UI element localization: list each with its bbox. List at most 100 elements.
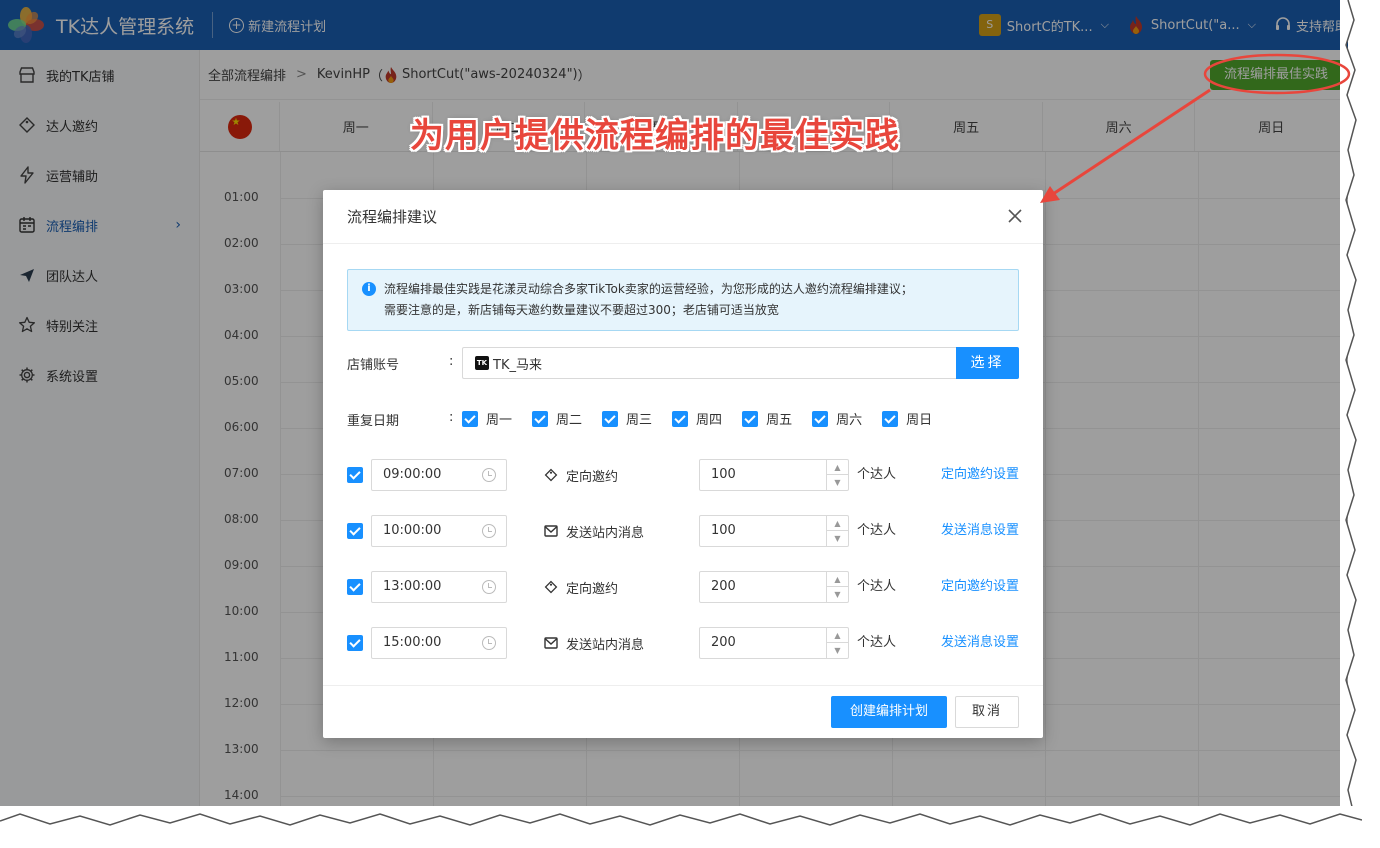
tag-icon — [543, 467, 559, 483]
count-value: 100 — [711, 523, 736, 538]
clock-icon — [482, 636, 496, 650]
info-icon: i — [362, 282, 376, 296]
count-value: 200 — [711, 635, 736, 650]
task-settings-link[interactable]: 发送消息设置 — [941, 627, 1019, 659]
task-row: 13:00:00 定向邀约 200 ▲ ▼ 个达人 定向邀约设置 — [347, 571, 1019, 603]
task-checkbox[interactable] — [347, 579, 363, 595]
info-line-2: 需要注意的是，新店铺每天邀约数量建议不要超过300；老店铺可适当放宽 — [384, 303, 779, 317]
torn-edge-right — [1340, 0, 1357, 830]
dialog-title: 流程编排建议 — [347, 208, 438, 226]
count-value: 100 — [711, 467, 736, 482]
step-up-icon[interactable]: ▲ — [827, 572, 848, 587]
step-down-icon[interactable]: ▼ — [827, 643, 848, 658]
task-row: 09:00:00 定向邀约 100 ▲ ▼ 个达人 定向邀约设置 — [347, 459, 1019, 491]
clock-icon — [482, 524, 496, 538]
store-account-field[interactable]: TK TK_马来 — [462, 347, 956, 379]
checkbox-checked-icon — [742, 410, 759, 427]
time-value: 13:00:00 — [383, 579, 442, 594]
count-input[interactable]: 100 ▲ ▼ — [699, 515, 849, 547]
select-store-button[interactable]: 选择 — [956, 347, 1019, 379]
step-up-icon[interactable]: ▲ — [827, 628, 848, 643]
day-label: 周四 — [696, 413, 723, 428]
unit-label: 个达人 — [857, 523, 897, 538]
day-label: 周日 — [906, 413, 933, 428]
count-input[interactable]: 200 ▲ ▼ — [699, 627, 849, 659]
task-action: 定向邀约 — [543, 459, 618, 491]
annotation-callout: 为用户提供流程编排的最佳实践 — [410, 116, 900, 156]
count-value: 200 — [711, 579, 736, 594]
step-up-icon[interactable]: ▲ — [827, 460, 848, 475]
action-label: 定向邀约 — [566, 581, 619, 597]
unit-label: 个达人 — [857, 635, 897, 650]
action-label: 发送站内消息 — [566, 525, 645, 541]
step-down-icon[interactable]: ▼ — [827, 531, 848, 546]
day-label: 周二 — [556, 413, 583, 428]
time-picker[interactable]: 10:00:00 — [371, 515, 507, 547]
checkbox-checked-icon — [462, 410, 478, 427]
store-label: 店铺账号 — [347, 358, 400, 373]
create-plan-button[interactable]: 创建编排计划 — [831, 696, 947, 728]
day-label: 周三 — [626, 413, 653, 428]
flow-suggestion-dialog: 流程编排建议 i 流程编排最佳实践是花漾灵动综合多家TikTok卖家的运营经验，… — [323, 190, 1043, 738]
checkbox-checked-icon — [532, 410, 549, 427]
time-picker[interactable]: 15:00:00 — [371, 627, 507, 659]
step-up-icon[interactable]: ▲ — [827, 516, 848, 531]
repeat-days: 周一 周二 周三 周四 周五 周六 周日 — [462, 409, 952, 428]
dialog-footer-divider — [323, 685, 1043, 686]
checkbox-thursday[interactable]: 周四 — [672, 409, 722, 428]
task-row: 10:00:00 发送站内消息 100 ▲ ▼ 个达人 发送消息设置 — [347, 515, 1019, 547]
time-value: 09:00:00 — [383, 467, 442, 482]
app-window: TK达人管理系统 + 新建流程计划 S ShortC的TK... ⌵ Short… — [0, 0, 1348, 814]
step-down-icon[interactable]: ▼ — [827, 475, 848, 490]
stepper[interactable]: ▲ ▼ — [826, 572, 848, 602]
colon: : — [449, 410, 454, 425]
count-input[interactable]: 200 ▲ ▼ — [699, 571, 849, 603]
repeat-label: 重复日期 — [347, 414, 400, 429]
task-settings-link[interactable]: 定向邀约设置 — [941, 459, 1019, 491]
mail-icon — [543, 635, 559, 651]
day-label: 周一 — [486, 413, 513, 428]
task-action: 发送站内消息 — [543, 515, 644, 547]
tiktok-icon: TK — [475, 356, 489, 370]
task-checkbox[interactable] — [347, 523, 363, 539]
step-down-icon[interactable]: ▼ — [827, 587, 848, 602]
checkbox-checked-icon — [812, 410, 829, 427]
task-row: 15:00:00 发送站内消息 200 ▲ ▼ 个达人 发送消息设置 — [347, 627, 1019, 659]
unit-label: 个达人 — [857, 579, 897, 594]
cancel-button[interactable]: 取消 — [955, 696, 1019, 728]
dialog-header: 流程编排建议 — [323, 190, 1043, 244]
info-line-1: 流程编排最佳实践是花漾灵动综合多家TikTok卖家的运营经验，为您形成的达人邀约… — [384, 282, 913, 296]
task-action: 定向邀约 — [543, 571, 618, 603]
checkbox-checked-icon — [602, 410, 619, 427]
colon: : — [449, 354, 454, 369]
task-settings-link[interactable]: 发送消息设置 — [941, 515, 1019, 547]
task-checkbox[interactable] — [347, 467, 363, 483]
task-checkbox[interactable] — [347, 635, 363, 651]
time-value: 15:00:00 — [383, 635, 442, 650]
tag-icon — [543, 579, 559, 595]
count-input[interactable]: 100 ▲ ▼ — [699, 459, 849, 491]
stepper[interactable]: ▲ ▼ — [826, 516, 848, 546]
clock-icon — [482, 468, 496, 482]
mail-icon — [543, 523, 559, 539]
stepper[interactable]: ▲ ▼ — [826, 460, 848, 490]
checkbox-wednesday[interactable]: 周三 — [602, 409, 652, 428]
task-action: 发送站内消息 — [543, 627, 644, 659]
time-picker[interactable]: 13:00:00 — [371, 571, 507, 603]
info-alert: i 流程编排最佳实践是花漾灵动综合多家TikTok卖家的运营经验，为您形成的达人… — [347, 269, 1019, 331]
close-icon[interactable] — [1005, 206, 1025, 226]
store-account-value: TK_马来 — [493, 357, 542, 373]
torn-edge-bottom — [0, 806, 1362, 826]
checkbox-saturday[interactable]: 周六 — [812, 409, 862, 428]
stepper[interactable]: ▲ ▼ — [826, 628, 848, 658]
task-settings-link[interactable]: 定向邀约设置 — [941, 571, 1019, 603]
checkbox-tuesday[interactable]: 周二 — [532, 409, 582, 428]
checkbox-monday[interactable]: 周一 — [462, 409, 512, 428]
checkbox-friday[interactable]: 周五 — [742, 409, 792, 428]
checkbox-sunday[interactable]: 周日 — [882, 409, 932, 428]
day-label: 周六 — [836, 413, 863, 428]
time-picker[interactable]: 09:00:00 — [371, 459, 507, 491]
day-label: 周五 — [766, 413, 793, 428]
action-label: 发送站内消息 — [566, 637, 645, 653]
time-value: 10:00:00 — [383, 523, 442, 538]
